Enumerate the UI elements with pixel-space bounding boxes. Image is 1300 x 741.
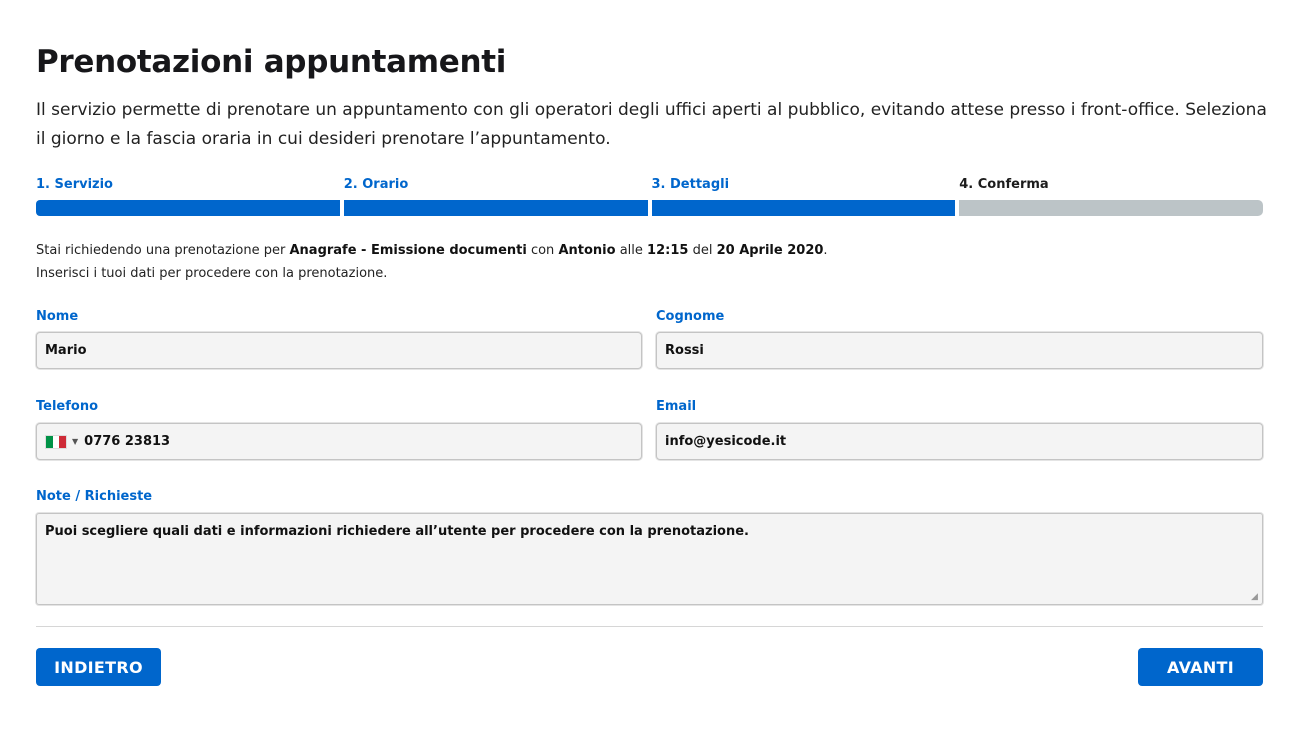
step-label: 3. Dettagli xyxy=(651,177,730,192)
step-label: 2. Orario xyxy=(343,177,409,192)
form-divider xyxy=(36,626,1263,627)
summary-operator: Antonio xyxy=(558,243,616,258)
note-textarea[interactable]: Puoi scegliere quali dati e informazioni… xyxy=(37,514,1262,604)
step-bar-complete xyxy=(343,200,648,216)
telefono-field: ▼ xyxy=(36,423,642,460)
step-bar-complete xyxy=(36,200,340,216)
summary-line-1: Stai richiedendo una prenotazione per An… xyxy=(36,239,828,262)
email-input[interactable] xyxy=(657,424,1262,459)
cognome-label: Cognome xyxy=(656,309,725,324)
step-dettagli: 3. Dettagli xyxy=(651,176,956,216)
nome-field xyxy=(36,332,642,369)
step-servizio: 1. Servizio xyxy=(36,176,340,216)
nome-label: Nome xyxy=(36,309,79,324)
note-field: Puoi scegliere quali dati e informazioni… xyxy=(36,513,1263,605)
summary-line-2: Inserisci i tuoi dati per procedere con … xyxy=(36,266,388,281)
summary-service: Anagrafe - Emissione documenti xyxy=(289,243,527,258)
cognome-input[interactable] xyxy=(657,333,1262,368)
step-conferma: 4. Conferma xyxy=(959,176,1263,216)
summary-with: con xyxy=(530,243,555,258)
email-label: Email xyxy=(656,399,697,414)
summary-at: alle xyxy=(619,243,643,258)
step-label: 1. Servizio xyxy=(36,177,113,192)
step-label: 4. Conferma xyxy=(959,177,1049,192)
nome-input[interactable] xyxy=(37,333,641,368)
page-title: Prenotazioni appuntamenti xyxy=(36,44,507,80)
country-code-selector[interactable]: ▼ xyxy=(37,424,80,459)
back-button[interactable]: INDIETRO xyxy=(36,648,161,686)
booking-summary: Stai richiedendo una prenotazione per An… xyxy=(36,239,828,285)
caret-down-icon: ▼ xyxy=(72,437,79,446)
resize-grip-icon[interactable]: ◢ xyxy=(1251,593,1260,602)
telefono-label: Telefono xyxy=(36,399,99,414)
italy-flag-icon xyxy=(45,434,67,449)
cognome-field xyxy=(656,332,1263,369)
email-field xyxy=(656,423,1263,460)
summary-prefix: Stai richiedendo una prenotazione per xyxy=(36,243,286,258)
progress-steps: 1. Servizio 2. Orario 3. Dettagli 4. Con… xyxy=(36,176,1263,216)
summary-period: . xyxy=(823,243,828,258)
step-bar-complete xyxy=(651,200,956,216)
step-bar-pending xyxy=(959,200,1263,216)
summary-date: 20 Aprile 2020 xyxy=(716,243,824,258)
page-intro: Il servizio permette di prenotare un app… xyxy=(36,100,1267,149)
next-button[interactable]: AVANTI xyxy=(1138,648,1263,686)
step-orario: 2. Orario xyxy=(343,176,648,216)
note-label: Note / Richieste xyxy=(36,489,153,504)
telefono-input[interactable] xyxy=(80,424,641,459)
summary-time: 12:15 xyxy=(647,243,689,258)
summary-of: del xyxy=(692,243,713,258)
